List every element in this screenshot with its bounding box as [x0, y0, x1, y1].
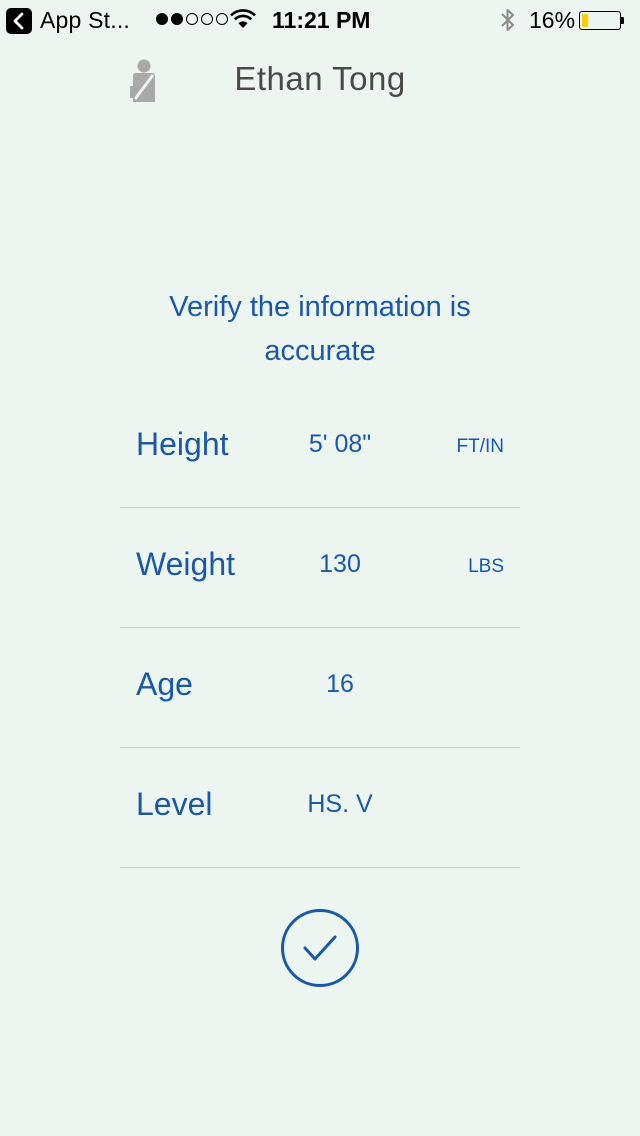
level-row[interactable]: Level HS. V	[120, 748, 520, 868]
battery-percent: 16%	[529, 7, 576, 33]
height-value[interactable]: 5' 08"	[280, 430, 400, 459]
signal-dot	[171, 13, 183, 25]
status-bar: App St... 11:21 PM 16%	[0, 0, 640, 40]
weight-value[interactable]: 130	[280, 550, 400, 579]
back-app-label: App St...	[40, 7, 131, 33]
age-row[interactable]: Age 16	[120, 628, 520, 748]
signal-dot	[216, 13, 228, 25]
level-label: Level	[136, 786, 213, 822]
signal-strength-icon	[156, 13, 228, 25]
age-label: Age	[136, 666, 193, 702]
battery-fill	[582, 14, 588, 27]
height-unit: FT/IN	[456, 436, 505, 457]
level-value[interactable]: HS. V	[280, 790, 400, 819]
info-list: Height 5' 08" FT/IN Weight 130 LBS Age 1…	[120, 388, 520, 868]
clock: 11:21 PM	[272, 7, 371, 33]
wifi-icon	[230, 9, 256, 28]
age-value[interactable]: 16	[280, 670, 400, 699]
weight-label: Weight	[136, 546, 236, 582]
back-arrow-icon	[6, 7, 32, 34]
back-to-app-button[interactable]: App St...	[6, 7, 130, 34]
bluetooth-icon	[501, 9, 514, 31]
height-row[interactable]: Height 5' 08" FT/IN	[120, 388, 520, 508]
signal-dot	[201, 13, 213, 25]
signal-dot	[186, 13, 198, 25]
height-label: Height	[136, 426, 229, 462]
battery-tip	[621, 17, 624, 24]
battery-icon	[579, 11, 625, 30]
check-circle-icon[interactable]	[280, 908, 360, 988]
weight-unit: LBS	[468, 556, 504, 577]
page-title: Verify the information is accurate	[169, 291, 471, 367]
signal-dot	[156, 13, 168, 25]
user-name: Ethan Tong	[234, 60, 406, 97]
weight-row[interactable]: Weight 130 LBS	[120, 508, 520, 628]
